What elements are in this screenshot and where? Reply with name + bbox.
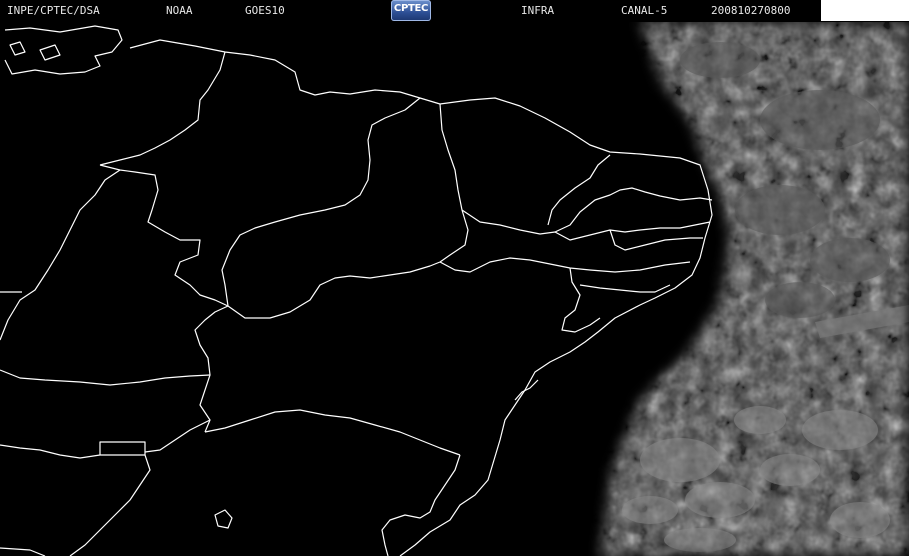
satellite-image-viewer: INPE/CPTEC/DSA NOAA GOES10 CPTEC INFRA C…: [0, 0, 909, 556]
agency-label: INPE/CPTEC/DSA: [7, 4, 100, 17]
satellite-map: [0, 0, 909, 556]
noaa-label: NOAA: [166, 4, 193, 17]
cloud-field: [0, 0, 909, 556]
channel-label: CANAL-5: [621, 4, 668, 17]
satellite-label: GOES10: [245, 4, 285, 17]
product-label: INFRA: [521, 4, 555, 17]
timestamp-label: 200810270800: [711, 4, 791, 17]
blank-panel: [821, 0, 909, 21]
image-header-bar: INPE/CPTEC/DSA NOAA GOES10 CPTEC INFRA C…: [0, 0, 909, 22]
cptec-logo: CPTEC: [391, 0, 431, 21]
